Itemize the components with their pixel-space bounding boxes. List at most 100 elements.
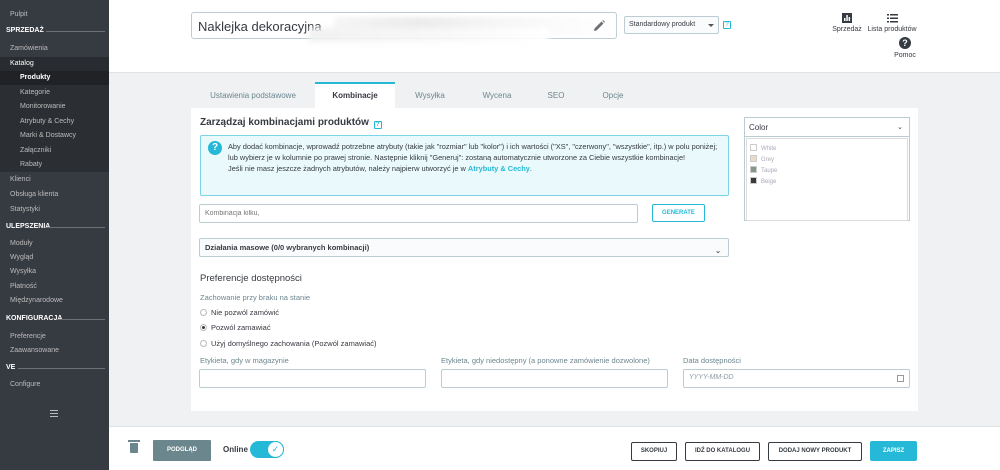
attribute-values-list: White Grey Taupe Beige [746,138,908,221]
radio-allow-orders[interactable]: Pozwól zamawiać [200,323,271,332]
attribute-value-label: Grey [761,157,775,163]
info-paragraph: Aby dodać kombinacje, wprowadź potrzebne… [228,142,718,162]
attribute-value-taupe[interactable]: Taupe [750,166,777,174]
sidebar-item-catalog[interactable]: Katalog [0,57,109,71]
online-toggle[interactable]: ✓ [250,441,284,458]
attribute-group-label: Color [749,123,769,132]
section-label: KONFIGURACJA [6,315,63,322]
save-button[interactable]: ZAPISZ [870,441,917,461]
availability-date-input[interactable]: YYYY-MM-DD [683,369,910,388]
online-label: Online [223,445,248,454]
tab-pricing[interactable]: Wycena [465,82,529,108]
sidebar-item-advanced[interactable]: Zaawansowane [0,344,109,358]
generate-button[interactable]: GENERATE [652,204,705,222]
attribute-value-grey[interactable]: Grey [750,155,774,163]
sidebar-section-config: KONFIGURACJA [0,313,109,325]
sidebar-section-ve: VE [0,362,109,374]
product-footer: PODGLĄD Online ✓ SKOPIUJ IDŹ DO KATALOGU… [109,426,1000,470]
backorder-label-input[interactable] [441,369,668,388]
pencil-icon[interactable] [592,19,606,33]
section-label: ULEPSZENIA [6,223,51,230]
radio-circle[interactable] [200,324,207,331]
product-header: Naklejka dekoracyjna Standardowy produkt… [109,0,1000,73]
calendar-icon[interactable] [897,375,904,382]
sidebar-item-attachments[interactable]: Załączniki [0,144,109,158]
attribute-value-white[interactable]: White [750,144,776,152]
radio-deny-orders[interactable]: Nie pozwól zamówić [200,308,279,317]
add-new-product-button[interactable]: DODAJ NOWY PRODUKT [768,442,862,461]
attribute-value-label: Beige [761,179,777,185]
date-placeholder: YYYY-MM-DD [689,374,734,381]
sidebar-item-customer-service[interactable]: Obsługa klienta [0,188,109,202]
color-swatch [750,177,757,184]
help-label: Pomoc [894,52,916,59]
combination-input[interactable] [199,204,638,223]
go-to-catalog-button[interactable]: IDŹ DO KATALOGU [685,442,760,461]
sidebar-item-monitoring[interactable]: Monitorowanie [0,100,109,114]
sidebar-item-discounts[interactable]: Rabaty [0,158,109,172]
sidebar-item-orders[interactable]: Zamówienia [0,42,109,56]
radio-default-behavior[interactable]: Użyj domyślnego zachowania (Pozwól zamaw… [200,339,376,348]
help-icon[interactable]: ? [723,21,731,29]
in-stock-label-input[interactable] [199,369,426,388]
tab-combinations[interactable]: Kombinacje [315,82,395,108]
tab-shipping[interactable]: Wysyłka [395,82,465,108]
combinations-title-text: Zarządzaj kombinacjami produktów [200,117,369,128]
combinations-title: Zarządzaj kombinacjami produktów ? [200,117,382,129]
sidebar-item-products[interactable]: Produkty [0,71,109,85]
color-swatch [750,144,757,151]
bulk-actions-label: Działania masowe (0/0 wybranych kombinac… [205,243,370,252]
product-list-button[interactable]: Lista produktów [866,13,918,33]
attribute-selector: Color ⌄ White Grey Taupe Beige [744,117,910,221]
radio-label: Pozwól zamawiać [211,323,271,332]
menu-collapse-icon[interactable] [50,410,58,419]
sidebar-item-attributes[interactable]: Atrybuty & Cechy [0,115,109,129]
sidebar-item-international[interactable]: Międzynarodowe [0,294,109,308]
radio-circle[interactable] [200,309,207,316]
sidebar-item-shipping[interactable]: Wysyłka [0,265,109,279]
sales-button[interactable]: Sprzedaż [830,13,864,33]
sidebar-item-preferences[interactable]: Preferencje [0,330,109,344]
help-icon[interactable]: ? [373,121,382,129]
trash-icon[interactable] [128,440,140,453]
help-button[interactable]: ? Pomoc [887,37,923,59]
sidebar-section-sell: SPRZEDAŻ [0,25,109,37]
preview-button[interactable]: PODGLĄD [153,440,211,461]
out-of-stock-label: Zachowanie przy braku na stanie [200,293,311,302]
radio-label: Nie pozwól zamówić [211,308,279,317]
attribute-group-dropdown[interactable]: Color ⌄ [745,118,909,137]
section-label: SPRZEDAŻ [6,27,44,34]
duplicate-button[interactable]: SKOPIUJ [631,442,677,461]
sidebar-item-categories[interactable]: Kategorie [0,86,109,100]
list-label: Lista produktów [867,26,917,33]
tab-options[interactable]: Opcje [583,82,643,108]
list-icon [886,14,898,23]
product-name[interactable]: Naklejka dekoracyjna [198,19,322,34]
sidebar-item-stats[interactable]: Statystyki [0,203,109,217]
svg-text:?: ? [902,38,908,48]
attributes-link[interactable]: Atrybuty & Cechy [468,164,530,173]
product-tabs: Ustawienia podstawowe Kombinacje Wysyłka… [191,82,919,108]
sidebar-item-payment[interactable]: Płatność [0,280,109,294]
bulk-actions-dropdown[interactable]: Działania masowe (0/0 wybranych kombinac… [199,238,729,257]
sidebar-item-modules[interactable]: Moduły [0,237,109,251]
attribute-value-label: White [761,146,777,152]
caret-down-icon [708,24,714,27]
product-type-value: Standardowy produkt [629,21,696,28]
sidebar-section-improve: ULEPSZENIA [0,221,109,233]
sidebar-item-dashboard[interactable]: Pulpit [0,8,109,22]
chevron-down-icon: ⌄ [897,124,903,131]
sidebar-item-design[interactable]: Wygląd [0,251,109,265]
sales-label: Sprzedaż [832,26,862,33]
tab-seo[interactable]: SEO [529,82,583,108]
sidebar-item-configure[interactable]: Configure [0,378,109,392]
radio-circle[interactable] [200,340,207,347]
tab-basic-settings[interactable]: Ustawienia podstawowe [191,82,315,108]
info-text: Aby dodać kombinacje, wprowadź potrzebne… [228,141,723,174]
attribute-value-beige[interactable]: Beige [750,177,776,185]
product-type-select[interactable]: Standardowy produkt [624,16,719,34]
color-swatch [750,166,757,173]
sidebar-item-brands[interactable]: Marki & Dostawcy [0,129,109,143]
radio-label: Użyj domyślnego zachowania (Pozwól zamaw… [211,339,377,348]
sidebar-item-customers[interactable]: Klienci [0,173,109,187]
